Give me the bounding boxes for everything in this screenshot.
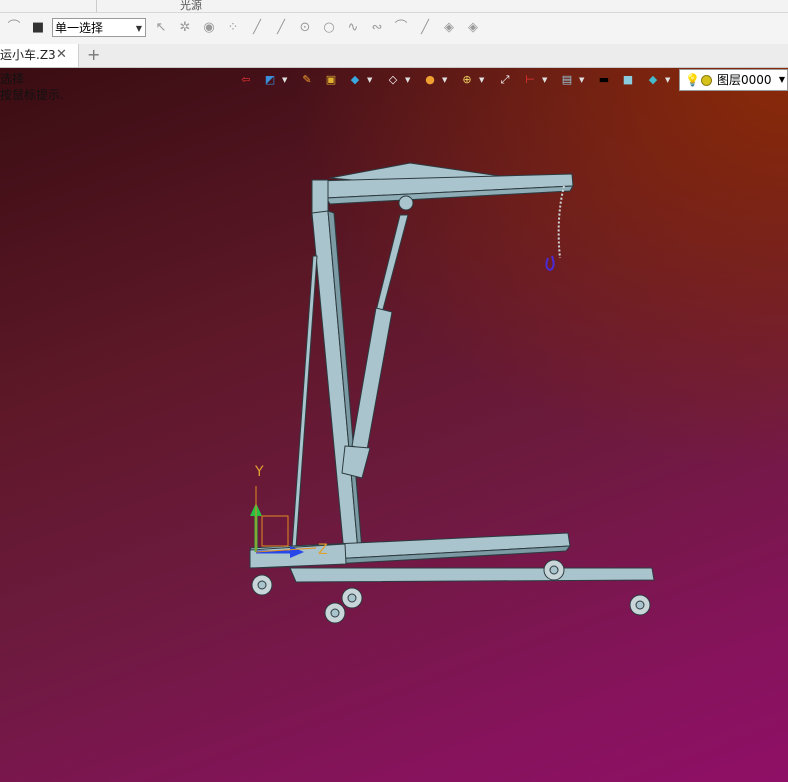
gear-pick-icon[interactable]: ✲ — [177, 20, 193, 36]
filter-icon[interactable]: ⌒ — [6, 20, 22, 36]
document-tab-bar: 运小车.Z3 ✕ + — [0, 44, 788, 68]
base-leg-rear — [289, 567, 655, 583]
selection-mode-dropdown[interactable]: 单一选择 ▼ — [52, 18, 146, 37]
edge-icon[interactable]: ╱ — [417, 20, 433, 36]
selection-toolbar: ⌒ ■ 单一选择 ▼ ↖ ✲ ◉ ⁘ ╱ ╱ ⊙ ○ ∿ ∾ ⌒ ╱ ◈ ◈ — [0, 13, 788, 45]
ram-bracket — [341, 445, 371, 479]
crane-model[interactable]: Y Z — [0, 68, 788, 782]
axis-y-label: Y — [254, 464, 264, 480]
polyline-icon[interactable]: ∿ — [345, 20, 361, 36]
ribbon-separator — [96, 0, 97, 12]
hook — [545, 255, 555, 271]
add-tab-icon[interactable]: + — [87, 44, 100, 66]
spline-icon[interactable]: ∾ — [369, 20, 385, 36]
close-icon[interactable]: ✕ — [56, 44, 67, 66]
ram-rod — [375, 214, 409, 314]
points-icon[interactable]: ⁘ — [225, 20, 241, 36]
axis-z-label: Z — [318, 542, 328, 558]
document-tab-title: 运小车.Z3 — [0, 48, 56, 62]
solid-icon[interactable]: ◈ — [465, 20, 481, 36]
arc-icon[interactable]: ⌒ — [393, 20, 409, 36]
top-ribbon-strip: 光源 — [0, 0, 788, 13]
selection-mode-value: 单一选择 — [55, 21, 104, 35]
circle-icon[interactable]: ○ — [321, 20, 337, 36]
rear-strut — [291, 255, 318, 549]
pick-arrow-icon[interactable]: ↖ — [153, 20, 169, 36]
axis-triad: Y Z — [250, 464, 328, 558]
ram-cylinder — [351, 307, 393, 451]
pulley — [398, 195, 414, 211]
document-tab[interactable]: 运小车.Z3 ✕ — [0, 44, 79, 67]
line-icon[interactable]: ╱ — [249, 20, 265, 36]
segment-icon[interactable]: ╱ — [273, 20, 289, 36]
ribbon-tab-light[interactable]: 光源 — [180, 0, 202, 13]
play-circle-icon[interactable]: ◉ — [201, 20, 217, 36]
3d-viewport[interactable]: 选择 按鼠标提示. ⇦ ◩ ▼ ✎ ▣ ◆ ▼ ◇ ▼ ● ▼ ⊕ ▼ ⤢ ⊢ … — [0, 68, 788, 782]
face-icon[interactable]: ◈ — [441, 20, 457, 36]
stop-icon[interactable]: ■ — [30, 20, 46, 36]
chevron-down-icon: ▼ — [135, 24, 142, 33]
chain — [557, 185, 565, 259]
circle-center-icon[interactable]: ⊙ — [297, 20, 313, 36]
